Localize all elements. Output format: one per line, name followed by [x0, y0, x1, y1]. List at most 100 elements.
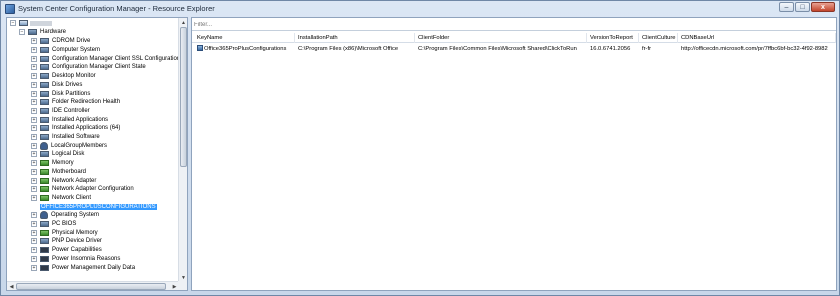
controller-icon	[40, 107, 49, 114]
tree-item[interactable]: + Network Adapter	[31, 176, 97, 185]
tree-label: LocalGroupMembers	[51, 142, 108, 149]
vertical-scroll-thumb[interactable]	[180, 27, 187, 167]
expand-icon[interactable]: +	[31, 38, 37, 45]
column-header[interactable]: KeyName	[194, 33, 295, 43]
cell-text: Office365ProPlusConfigurations	[204, 46, 287, 52]
collapse-icon[interactable]: −	[19, 29, 25, 36]
tree-label: Motherboard	[52, 168, 87, 175]
column-header[interactable]: ClientFolder	[415, 33, 587, 43]
expand-icon[interactable]: +	[31, 90, 37, 97]
tree-label: Configuration Manager Client SSL Configu…	[52, 55, 179, 62]
close-button[interactable]: x	[811, 2, 835, 12]
expand-icon[interactable]: +	[31, 151, 37, 158]
title-bar[interactable]: System Center Configuration Manager - Re…	[1, 1, 839, 16]
tree-item[interactable]: + Operating System	[31, 211, 100, 220]
tree-item[interactable]: + Configuration Manager Client State	[31, 63, 147, 72]
tree-label: Network Adapter	[52, 177, 97, 184]
expand-icon[interactable]: +	[31, 168, 37, 175]
expand-icon[interactable]: +	[31, 64, 37, 71]
expand-icon[interactable]: +	[31, 160, 37, 167]
expand-icon[interactable]: +	[31, 212, 37, 219]
tree-view[interactable]: − − Hardware + CDROM Drive + Computer Syste…	[7, 18, 179, 282]
tree-item[interactable]: + Network Adapter Configuration	[31, 185, 135, 194]
tree-label: Power Management Daily Data	[52, 264, 136, 271]
tree-label: Hardware	[40, 29, 67, 36]
tree-label: Network Client	[52, 194, 92, 201]
expand-icon[interactable]: +	[31, 47, 37, 54]
maximize-button[interactable]: □	[795, 2, 810, 12]
tree-item[interactable]: + CDROM Drive	[31, 37, 91, 46]
collapse-icon[interactable]: −	[10, 20, 16, 27]
scroll-up-icon[interactable]: ▲	[179, 18, 187, 27]
tree-vertical-scrollbar[interactable]: ▲ ▼	[178, 18, 187, 282]
scrollbar-corner	[178, 281, 187, 290]
power-icon	[40, 247, 49, 254]
tree-item[interactable]: + Memory	[31, 159, 75, 168]
tree-item[interactable]: + Motherboard	[31, 168, 87, 177]
tree-item[interactable]: + Physical Memory	[31, 228, 99, 237]
tree-label: Memory	[52, 160, 74, 167]
column-header[interactable]: CDNBaseUrl	[678, 33, 836, 43]
horizontal-scroll-thumb[interactable]	[16, 283, 166, 290]
expand-icon[interactable]: +	[31, 229, 37, 236]
table-cell: 16.0.6741.2056	[587, 45, 639, 54]
expand-icon[interactable]: +	[31, 194, 37, 201]
tree-item[interactable]: + Installed Applications	[31, 115, 109, 124]
power-icon	[40, 264, 49, 271]
expand-icon[interactable]: +	[31, 116, 37, 123]
cell-text: 16.0.6741.2056	[590, 46, 631, 52]
expand-icon[interactable]: +	[31, 81, 37, 88]
expand-icon[interactable]: +	[31, 125, 37, 132]
network-icon	[40, 186, 49, 193]
expand-icon[interactable]: +	[31, 107, 37, 114]
expand-icon[interactable]: +	[31, 264, 37, 271]
tree-item[interactable]: + Logical Disk	[31, 150, 85, 159]
minimize-button[interactable]: –	[779, 2, 794, 12]
power-icon	[40, 255, 49, 262]
tree-label: OFFICE365PROPLUSCONFIGURATIONS	[40, 203, 157, 210]
scroll-left-icon[interactable]: ◀	[7, 282, 16, 290]
tree-item[interactable]: + Power Insomnia Reasons	[31, 255, 121, 264]
expand-icon[interactable]: +	[31, 142, 37, 149]
tree-item[interactable]: + Installed Applications (64)	[31, 124, 121, 133]
tree-label: Physical Memory	[52, 229, 98, 236]
expand-icon[interactable]: +	[31, 247, 37, 254]
tree-item[interactable]: + Desktop Monitor	[31, 72, 97, 81]
disk-icon	[40, 151, 49, 158]
tree-item[interactable]: + Power Management Daily Data	[31, 263, 136, 272]
table-row[interactable]: Office365ProPlusConfigurations C:\Program…	[192, 45, 836, 54]
tree-item[interactable]: + Disk Drives	[31, 81, 83, 90]
expand-icon[interactable]: +	[31, 73, 37, 80]
tree-item[interactable]: + PNP Device Driver	[31, 237, 103, 246]
expand-icon[interactable]: +	[31, 55, 37, 62]
filter-input[interactable]	[194, 20, 794, 29]
column-header[interactable]: VersionToReport	[587, 33, 639, 43]
expand-icon[interactable]: +	[31, 238, 37, 245]
tree-label: Logical Disk	[52, 151, 85, 158]
column-header[interactable]: ClientCulture	[639, 33, 678, 43]
tree-item[interactable]: + PC BIOS	[31, 220, 77, 229]
tree-root[interactable]: −	[10, 19, 52, 28]
expand-icon[interactable]: +	[31, 221, 37, 228]
tree-item-hardware[interactable]: − Hardware	[19, 28, 67, 37]
expand-icon[interactable]: +	[31, 186, 37, 193]
expand-icon[interactable]: +	[31, 177, 37, 184]
drive-icon	[40, 38, 49, 45]
tree-item[interactable]: + Network Client	[31, 194, 92, 203]
config-icon	[40, 55, 49, 62]
tree-item[interactable]: +OFFICE365PROPLUSCONFIGURATIONS	[31, 202, 157, 211]
tree-label: Folder Redirection Health	[52, 99, 121, 106]
tree-item[interactable]: + IDE Controller	[31, 107, 91, 116]
tree-item[interactable]: + Power Capabilities	[31, 246, 103, 255]
expand-icon[interactable]: +	[31, 134, 37, 141]
expand-icon[interactable]: +	[31, 99, 37, 106]
tree-item[interactable]: + Configuration Manager Client SSL Config…	[31, 54, 179, 63]
column-header[interactable]: InstallationPath	[295, 33, 415, 43]
tree-item[interactable]: + Computer System	[31, 46, 101, 55]
tree-item[interactable]: + LocalGroupMembers	[31, 141, 108, 150]
expand-icon[interactable]: +	[31, 255, 37, 262]
tree-item[interactable]: + Installed Software	[31, 133, 101, 142]
tree-item[interactable]: + Disk Partitions	[31, 89, 91, 98]
tree-horizontal-scrollbar[interactable]: ◀ ▶	[7, 281, 179, 290]
tree-item[interactable]: + Folder Redirection Health	[31, 98, 121, 107]
